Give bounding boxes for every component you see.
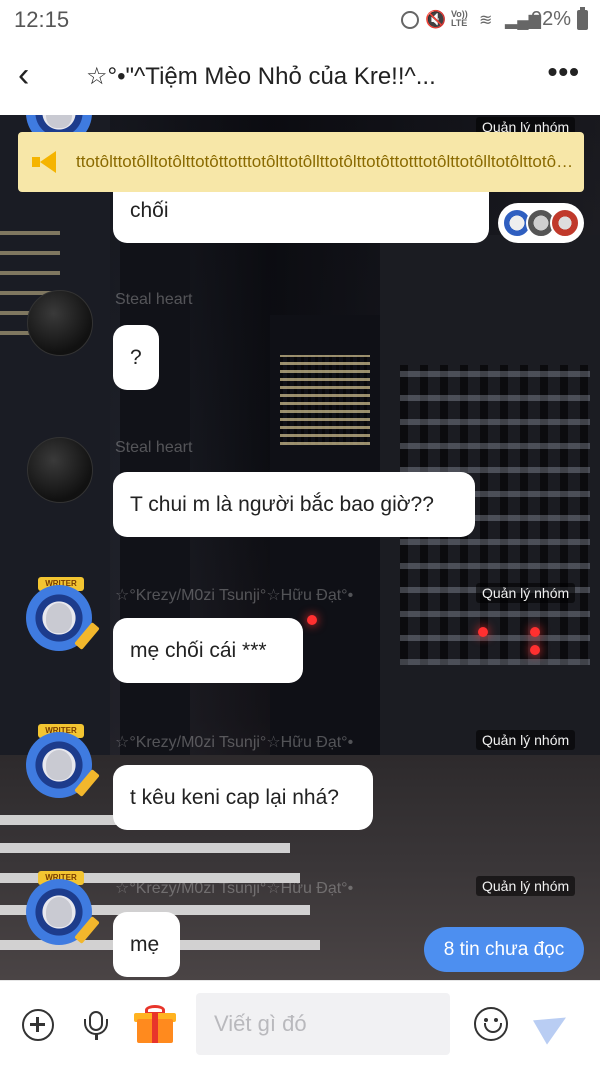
- message-text: T chui m là người bắc bao giờ??: [130, 492, 434, 516]
- traffic-light: [307, 615, 317, 625]
- role-badge: Quản lý nhóm: [476, 583, 576, 603]
- reader-avatar: [550, 208, 580, 238]
- message-text: ?: [130, 345, 142, 369]
- message-text: mẹ chối cái ***: [130, 638, 267, 662]
- message-bubble[interactable]: t kêu keni cap lại nhá?: [113, 765, 373, 830]
- unread-messages-button[interactable]: 8 tin chưa đọc: [424, 927, 584, 972]
- author-name: ☆°Krezy/M0zi Tsunji°☆Hữu Đạt°•: [115, 880, 354, 897]
- author-name: ☆°Krezy/M0zi Tsunji°☆Hữu Đạt°•: [115, 734, 354, 751]
- megaphone-icon: [32, 151, 60, 173]
- mute-icon: 🔇: [424, 9, 447, 29]
- role-badge: Quản lý nhóm: [476, 730, 576, 750]
- read-receipts[interactable]: [498, 203, 584, 243]
- back-icon[interactable]: ‹: [18, 58, 54, 94]
- avatar[interactable]: [27, 290, 93, 356]
- volte-icon: Vo)) LTE: [450, 8, 468, 28]
- gift-icon[interactable]: [134, 1003, 176, 1045]
- emoji-icon[interactable]: [474, 1007, 508, 1041]
- background-building: [0, 115, 110, 755]
- more-icon[interactable]: •••: [548, 56, 580, 88]
- message-text: mẹ: [130, 932, 160, 956]
- chat-area[interactable]: Quản lý nhóm chối ttotôlttotôlltotôlttot…: [0, 115, 600, 980]
- alarm-icon: [400, 10, 419, 29]
- traffic-light: [530, 645, 540, 655]
- lit-windows: [280, 355, 370, 445]
- author-name: ☆°Krezy/M0zi Tsunji°☆Hữu Đạt°•: [115, 587, 354, 604]
- battery-icon: [577, 6, 588, 30]
- send-icon[interactable]: [536, 1007, 570, 1041]
- author-name: Steal heart: [115, 439, 193, 456]
- message-bubble[interactable]: mẹ: [113, 912, 180, 977]
- message-bubble[interactable]: mẹ chối cái ***: [113, 618, 303, 683]
- role-badge: Quản lý nhóm: [476, 876, 576, 896]
- wifi-icon: ≋: [478, 11, 493, 29]
- status-icons: 🔇 Vo)) LTE ≋ ▂▄▆ 92%: [400, 6, 588, 31]
- chat-header: ‹ ☆°•"^Tiệm Mèo Nhỏ của Kre!!^... •••: [0, 40, 600, 115]
- chat-title[interactable]: ☆°•"^Tiệm Mèo Nhỏ của Kre!!^...: [86, 62, 516, 91]
- message-bubble[interactable]: T chui m là người bắc bao giờ??: [113, 472, 475, 537]
- author-name: Steal heart: [115, 291, 193, 308]
- status-time: 12:15: [14, 7, 70, 32]
- crosswalk-stripe: [0, 843, 290, 853]
- message-text: chối: [130, 199, 169, 222]
- message-bubble[interactable]: ?: [113, 325, 159, 390]
- avatar[interactable]: [27, 437, 93, 503]
- plus-icon[interactable]: [22, 1009, 54, 1041]
- signal-icon: ▂▄▆: [504, 11, 541, 29]
- announcement-banner[interactable]: ttotôlttotôlltotôlttotôttotttotôlttotôll…: [18, 132, 584, 192]
- traffic-light: [478, 627, 488, 637]
- composer-bar: Viết gì đó: [0, 980, 600, 1067]
- message-text: t kêu keni cap lại nhá?: [130, 785, 339, 809]
- message-input[interactable]: Viết gì đó: [196, 993, 450, 1055]
- traffic-light: [530, 627, 540, 637]
- status-bar: 12:15 🔇 Vo)) LTE ≋ ▂▄▆ 92%: [0, 0, 600, 40]
- announcement-text: ttotôlttotôlltotôlttotôttotttotôlttotôll…: [76, 152, 576, 171]
- mic-icon[interactable]: [80, 1009, 112, 1041]
